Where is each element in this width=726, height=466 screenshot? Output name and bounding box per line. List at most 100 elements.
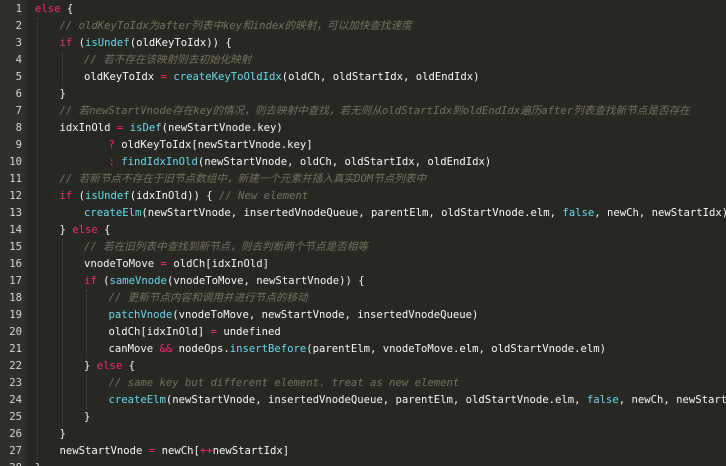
code-token: (vnodeToMove, newStartVnode)) { <box>166 275 365 287</box>
code-token: else <box>35 3 61 15</box>
code-token: (parentElm, vnodeToMove.elm, oldStartVno… <box>306 343 607 355</box>
code-token: createElm <box>84 207 142 219</box>
code-token: // 若新节点不存在于旧节点数组中，新建一个元素并插入真实DOM节点列表中 <box>59 173 427 185</box>
code-token: else <box>72 224 98 236</box>
code-token: if <box>59 190 73 202</box>
code-line[interactable]: 3 if (isUndef(oldKeyToIdx)) { <box>0 35 726 52</box>
code-text: createElm(newStartVnode, insertedVnodeQu… <box>84 205 726 222</box>
code-line[interactable]: 13 createElm(newStartVnode, insertedVnode… <box>0 205 726 222</box>
code-text: oldCh[idxInOld] = undefined <box>109 324 281 341</box>
code-editor[interactable]: 1 else {2// oldKeyToIdx为after列表中key和index… <box>0 0 726 466</box>
code-text: else { <box>35 1 73 18</box>
code-text: // 若newStartVnode存在key的情况，则去映射中查找，若无则从ol… <box>60 103 690 120</box>
indent-guide <box>86 290 87 358</box>
code-token: isDef <box>129 122 162 134</box>
line-number: 11 <box>9 173 22 185</box>
code-token: ( <box>72 190 86 202</box>
code-token: , newCh, newStartIdx) <box>594 207 726 219</box>
line-number: 10 <box>9 156 22 168</box>
line-number: 22 <box>9 360 22 372</box>
code-line[interactable]: 22 } else { <box>0 358 726 375</box>
code-token: ( <box>96 275 110 287</box>
code-token: canMove <box>108 343 160 355</box>
code-line[interactable]: 20 oldCh[idxInOld] = undefined <box>0 324 726 341</box>
code-token: (newStartVnode, oldCh, oldStartIdx, oldE… <box>197 156 492 168</box>
code-token: else <box>96 360 123 372</box>
code-token: false <box>586 394 619 406</box>
code-token: } <box>35 462 41 466</box>
line-number: 23 <box>9 377 22 389</box>
code-token: } <box>84 411 91 423</box>
indent-guide <box>37 18 38 460</box>
code-line[interactable]: 17 if (sameVnode(vnodeToMove, newStartVno… <box>0 273 726 290</box>
code-line[interactable]: 6} <box>0 86 726 103</box>
line-number: 19 <box>9 309 22 321</box>
line-number: 17 <box>9 275 22 287</box>
code-token: // 更新节点内容和调用并进行节点的移动 <box>108 292 308 304</box>
line-number: 13 <box>9 207 22 219</box>
code-token: createKeyToOldIdx <box>173 71 282 83</box>
code-token: { <box>60 3 74 15</box>
code-line[interactable]: 12 if (isUndef(idxInOld)) { // New elemen… <box>0 188 726 205</box>
line-number: 28 <box>0 460 22 466</box>
code-line[interactable]: 9 ? oldKeyToIdx[newStartVnode.key] <box>0 137 726 154</box>
code-line[interactable]: 25} <box>0 409 726 426</box>
code-text: } else { <box>84 358 135 375</box>
code-text: // 若在旧列表中查找到新节点，则去判断两个节点是否相等 <box>84 239 368 256</box>
code-token: createElm <box>108 394 166 406</box>
code-token: { <box>97 224 111 236</box>
indent-guide <box>61 239 63 426</box>
code-text: } <box>60 86 66 103</box>
line-number: 8 <box>15 122 22 134</box>
line-number: 1 <box>15 3 22 15</box>
code-line[interactable]: 1 else { <box>0 1 726 18</box>
code-line[interactable]: 4 // 若不存在该映射则去初始化映射 <box>0 52 726 69</box>
code-token: isUndef <box>85 37 130 49</box>
code-token: vnodeToMove <box>84 258 161 270</box>
code-token: } <box>59 428 66 440</box>
code-line[interactable]: 2 // oldKeyToIdx为after列表中key和index的映射，可以加… <box>0 18 726 35</box>
code-text: vnodeToMove = oldCh[idxInOld] <box>84 256 269 273</box>
code-text: // 若不存在该映射则去初始化映射 <box>84 52 251 69</box>
code-token: && <box>159 343 173 355</box>
code-token: // 若newStartVnode存在key的情况，则去映射中查找，若无则从ol… <box>59 105 690 117</box>
line-number: 2 <box>15 20 22 32</box>
code-line[interactable]: 27 newStartVnode = newCh[++newStartIdx] <box>0 443 726 460</box>
code-text: createElm(newStartVnode, insertedVnodeQu… <box>109 392 726 409</box>
code-line[interactable]: 10 : findIdxInOld(newStartVnode, oldCh, o… <box>0 154 726 171</box>
code-token: idxInOld <box>59 122 117 134</box>
line-number: 15 <box>9 241 22 253</box>
code-token: newStartIdx] <box>212 445 290 457</box>
code-line[interactable]: 8 idxInOld = isDef(newStartVnode.key) <box>0 120 726 137</box>
code-line[interactable]: 7 // 若newStartVnode存在key的情况，则去映射中查找，若无则从o… <box>0 103 726 120</box>
code-text: } <box>60 426 66 443</box>
line-number: 12 <box>9 190 22 202</box>
code-line[interactable]: 21 canMove && nodeOps.insertBefore(parent… <box>0 341 726 358</box>
code-token: nodeOps. <box>172 343 230 355</box>
code-token: } <box>84 360 97 372</box>
code-line[interactable]: 19 patchVnode(vnodeToMove, newStartVnode,… <box>0 307 726 324</box>
code-line[interactable]: 26} <box>0 426 726 443</box>
code-line[interactable]: 15 // 若在旧列表中查找到新节点，则去判断两个节点是否相等 <box>0 239 726 256</box>
code-line[interactable]: 11 // 若新节点不存在于旧节点数组中，新建一个元素并插入真实DOM节点列表中 <box>0 171 726 188</box>
code-line[interactable]: 18 // 更新节点内容和调用并进行节点的移动 <box>0 290 726 307</box>
code-token: undefined <box>216 326 281 338</box>
code-text: ? oldKeyToIdx[newStartVnode.key] <box>109 137 313 154</box>
code-text: if (isUndef(oldKeyToIdx)) { <box>60 35 232 52</box>
code-line[interactable]: 24 createElm(newStartVnode, insertedVnode… <box>0 392 726 409</box>
line-number: 9 <box>15 139 22 151</box>
code-line[interactable]: 23 // same key but different element. tre… <box>0 375 726 392</box>
code-token: false <box>562 207 595 219</box>
code-token: findIdxInOld <box>121 156 198 168</box>
code-text: : findIdxInOld(newStartVnode, oldCh, old… <box>109 154 492 171</box>
code-line[interactable]: 5 oldKeyToIdx = createKeyToOldIdx(oldCh, … <box>0 69 726 86</box>
code-line[interactable]: 14} else { <box>0 222 726 239</box>
code-token: (newStartVnode, insertedVnodeQueue, pare… <box>165 394 587 406</box>
code-token: isUndef <box>85 190 130 202</box>
code-line[interactable]: 16 vnodeToMove = oldCh[idxInOld] <box>0 256 726 273</box>
indent-guide <box>61 52 63 86</box>
code-line[interactable]: 28} <box>0 460 726 466</box>
code-token: if <box>84 275 97 287</box>
code-token: (oldCh, oldStartIdx, oldEndIdx) <box>281 71 480 83</box>
code-text: // oldKeyToIdx为after列表中key和index的映射，可以加快… <box>60 18 412 35</box>
